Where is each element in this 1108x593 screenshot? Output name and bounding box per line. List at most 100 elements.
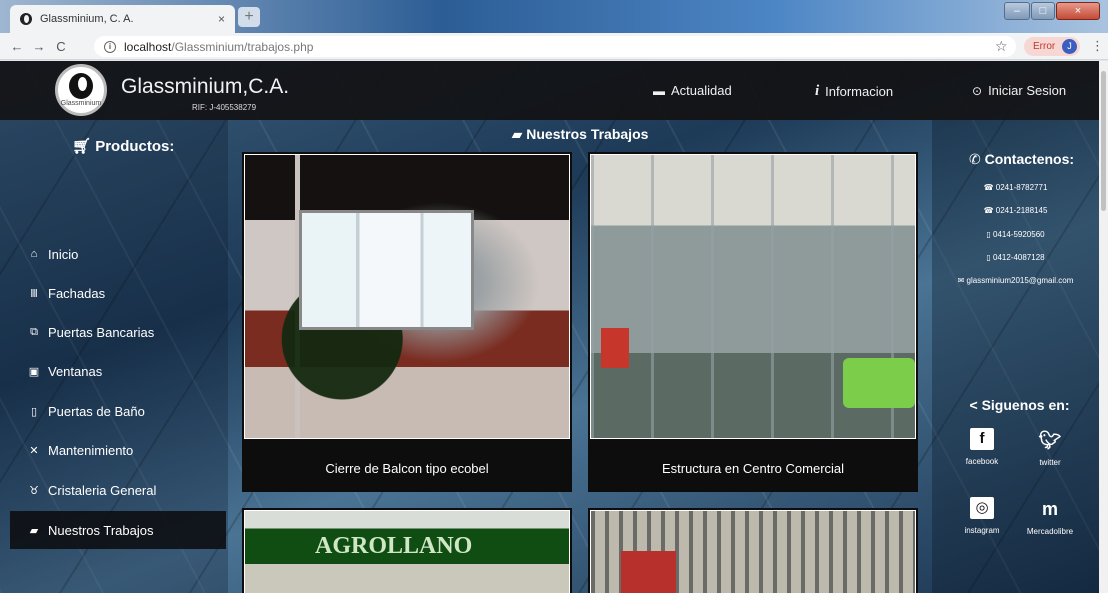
nav-actualidad-label: Actualidad	[671, 83, 732, 98]
contact-email[interactable]: ✉ glassminium2015@gmail.com	[932, 276, 1099, 285]
address-bar: ← → C i localhost/Glassminium/trabajos.p…	[0, 33, 1108, 60]
browser-tab[interactable]: Glassminium, C. A. ×	[10, 5, 235, 33]
sidebar-title: 🛒︎ Productos:	[72, 137, 174, 155]
logo-text: Glassminium	[60, 100, 102, 107]
instagram-link[interactable]: ◎ instagram	[950, 497, 1014, 535]
contact-title: ✆ Contactenos:	[938, 151, 1099, 168]
contact-line-text: 0414-5920560	[993, 230, 1045, 239]
sidebar-item-fachadas[interactable]: Ⅲ Fachadas	[10, 274, 226, 312]
briefcase-icon: ▰	[511, 126, 523, 142]
mercadolibre-icon: m	[1041, 499, 1058, 519]
nav-actualidad[interactable]: ▬ Actualidad	[653, 83, 732, 98]
doors-icon: ⧉	[30, 325, 38, 338]
tab-close-icon[interactable]: ×	[218, 12, 225, 26]
site-logo[interactable]: Glassminium	[55, 64, 107, 116]
site-info-icon[interactable]: i	[104, 40, 116, 53]
work-card-agrollano[interactable]: AGROLLANO	[242, 508, 572, 593]
sidebar-item-cristaleria-general[interactable]: ♉ Cristaleria General	[10, 471, 226, 509]
sidebar-item-label: Nuestros Trabajos	[48, 522, 154, 538]
contact-mobile-1[interactable]: ▯ 0414-5920560	[932, 230, 1099, 239]
sidebar-title-label: Productos:	[95, 138, 175, 155]
nav-iniciar-label: Iniciar Sesion	[988, 83, 1067, 98]
sidebar-item-label: Fachadas	[48, 285, 106, 301]
work-card-balcon[interactable]: Cierre de Balcon tipo ecobel	[242, 152, 572, 492]
logo-mark-icon	[69, 73, 93, 99]
window-icon: ▣	[28, 365, 40, 378]
twitter-link[interactable]: 🐦︎ twitter	[1018, 428, 1082, 467]
works-gallery: ▰ Nuestros Trabajos Cierre de Balcon tip…	[228, 120, 932, 593]
contact-line-text: 0241-2188145	[995, 206, 1048, 215]
green-chair-shape	[843, 358, 915, 408]
page-viewport: Glassminium Glassminium,C.A. RIF: J-4055…	[0, 61, 1099, 593]
tab-title: Glassminium, C. A.	[40, 13, 134, 25]
social-label: Mercadolibre	[1026, 527, 1074, 536]
window-controls: – □ ×	[1004, 2, 1100, 20]
work-photo[interactable]	[590, 154, 916, 439]
twitter-icon: 🐦︎	[1038, 430, 1062, 450]
contact-phone-1[interactable]: ☎ 0241-8782771	[932, 183, 1099, 192]
balcony-window-shape	[299, 210, 474, 330]
profile-error-button[interactable]: Error J	[1024, 37, 1080, 56]
mercadolibre-link[interactable]: m Mercadolibre	[1018, 497, 1082, 536]
door-icon: ▯	[30, 405, 38, 418]
sidebar-item-label: Inicio	[48, 246, 79, 262]
brand-name: Glassminium,C.A.	[121, 75, 290, 98]
sidebar-item-ventanas[interactable]: ▣ Ventanas	[10, 352, 226, 390]
work-photo[interactable]: AGROLLANO	[244, 510, 570, 593]
error-label: Error	[1033, 41, 1056, 52]
avatar: J	[1062, 39, 1077, 54]
work-card-centro-comercial[interactable]: Estructura en Centro Comercial	[588, 152, 918, 492]
power-icon: ⊙	[972, 83, 983, 98]
back-arrow-icon[interactable]: ←	[6, 39, 28, 54]
new-tab-button[interactable]: +	[238, 7, 260, 27]
social-label: facebook	[965, 457, 999, 466]
home-icon: ⌂	[30, 248, 38, 260]
facebook-icon: f	[970, 428, 994, 450]
minimize-button[interactable]: –	[1004, 2, 1030, 20]
sidebar-item-nuestros-trabajos[interactable]: ▰ Nuestros Trabajos	[10, 511, 226, 549]
follow-title: < Siguenos en:	[936, 397, 1099, 413]
site-favicon-icon	[20, 13, 32, 25]
vertical-scrollbar[interactable]	[1099, 61, 1108, 593]
facebook-link[interactable]: f facebook	[950, 428, 1014, 466]
instagram-icon: ◎	[970, 497, 994, 519]
phone-icon: ✆	[968, 151, 981, 167]
work-card-4[interactable]	[588, 508, 918, 593]
scrollbar-thumb[interactable]	[1101, 71, 1106, 211]
close-window-button[interactable]: ×	[1056, 2, 1100, 20]
maximize-button[interactable]: □	[1031, 2, 1055, 20]
sidebar-item-label: Cristaleria General	[48, 482, 157, 498]
menu-kebab-icon[interactable]: ⋮	[1091, 38, 1104, 54]
contact-mobile-2[interactable]: ▯ 0412-4087128	[932, 253, 1099, 262]
briefcase-icon: ▰	[29, 524, 39, 537]
contact-phone-2[interactable]: ☎ 0241-2188145	[932, 206, 1099, 215]
contact-line-text: 0412-4087128	[993, 253, 1045, 262]
work-photo[interactable]	[244, 154, 570, 439]
calendar-icon: ▬	[653, 83, 665, 98]
nav-informacion[interactable]: i Informacion	[815, 83, 893, 100]
sidebar-item-label: Puertas Bancarias	[48, 324, 155, 340]
rif-number: RIF: J-405538279	[192, 103, 257, 112]
reload-icon[interactable]: C	[50, 39, 72, 54]
work-caption: Cierre de Balcon tipo ecobel	[325, 460, 489, 476]
social-label: twitter	[1039, 458, 1061, 467]
contact-title-label: Contactenos:	[984, 151, 1075, 167]
nav-informacion-label: Informacion	[825, 84, 894, 99]
columns-icon: Ⅲ	[30, 287, 38, 300]
bookmark-star-icon[interactable]: ☆	[995, 38, 1008, 55]
work-caption: Estructura en Centro Comercial	[661, 460, 845, 476]
sidebar-item-label: Mantenimiento	[48, 442, 134, 458]
info-icon: i	[815, 83, 820, 99]
sidebar-item-label: Puertas de Baño	[48, 403, 145, 419]
sidebar-item-mantenimiento[interactable]: ✕ Mantenimiento	[10, 431, 226, 469]
follow-title-label: Siguenos en:	[981, 397, 1070, 413]
url-path: /Glassminium/trabajos.php	[171, 39, 314, 54]
forward-arrow-icon[interactable]: →	[28, 39, 50, 54]
nav-iniciar-sesion[interactable]: ⊙ Iniciar Sesion	[972, 83, 1066, 98]
contact-line-text: 0241-8782771	[995, 183, 1048, 192]
sidebar-item-puertas-de-bano[interactable]: ▯ Puertas de Baño	[10, 392, 226, 430]
sidebar-item-inicio[interactable]: ⌂ Inicio	[10, 235, 226, 273]
url-input[interactable]: i localhost/Glassminium/trabajos.php	[94, 36, 1016, 57]
work-photo[interactable]	[590, 510, 916, 593]
sidebar-item-puertas-bancarias[interactable]: ⧉ Puertas Bancarias	[10, 313, 226, 351]
